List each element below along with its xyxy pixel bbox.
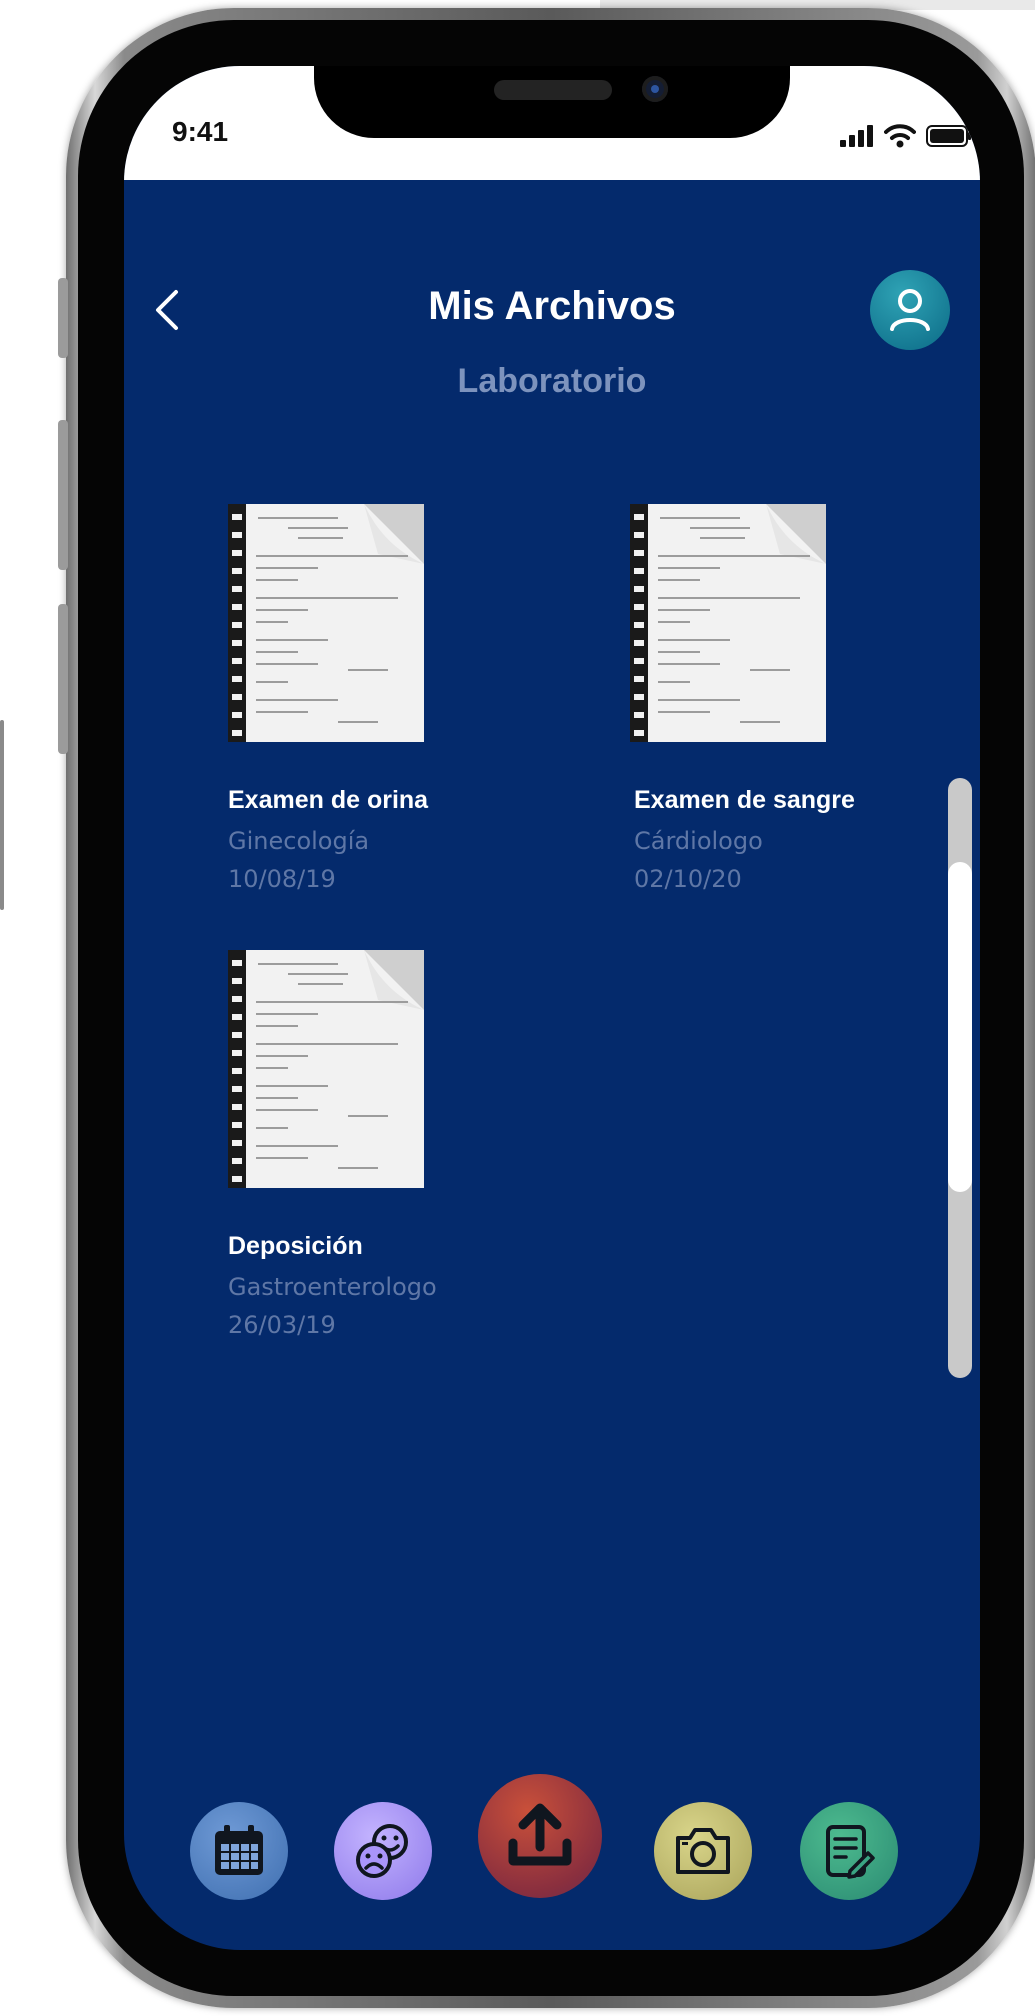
camera-button[interactable] [654, 1802, 752, 1900]
page-title: Mis Archivos [428, 284, 676, 328]
notch [314, 66, 790, 138]
notes-button[interactable] [800, 1802, 898, 1900]
wifi-icon [884, 124, 916, 148]
document-thumbnail[interactable] [630, 504, 826, 742]
document-scan-icon [228, 950, 424, 1188]
document-thumbnail[interactable] [228, 950, 424, 1188]
volume-up-button [58, 420, 68, 570]
file-card[interactable]: Examen de orina Ginecología 10/08/19 [228, 504, 528, 893]
profile-button[interactable] [870, 270, 950, 350]
file-title: Examen de orina [228, 786, 429, 814]
file-card[interactable]: Examen de sangre Cárdiologo 02/10/20 [630, 504, 930, 893]
file-date: 02/10/20 [634, 865, 742, 893]
scrollbar-thumb[interactable] [948, 862, 972, 1192]
file-date: 26/03/19 [228, 1311, 336, 1339]
speaker [494, 80, 612, 100]
file-date: 10/08/19 [228, 865, 336, 893]
note-edit-icon [826, 1825, 875, 1879]
app-screen: 9:41 Mis Archivos Laboratorio Examen de … [124, 66, 980, 1950]
mood-faces-icon [356, 1824, 408, 1878]
battery-icon [926, 125, 971, 147]
file-title: Deposición [228, 1232, 363, 1260]
file-card[interactable]: Deposición Gastroenterologo 26/03/19 [228, 950, 528, 1339]
document-scan-icon [630, 504, 826, 742]
file-title: Examen de sangre [634, 786, 855, 814]
mood-button[interactable] [334, 1802, 432, 1900]
calendar-button[interactable] [190, 1802, 288, 1900]
status-icons [840, 124, 972, 148]
front-camera [642, 76, 668, 102]
user-icon [890, 289, 930, 331]
signal-icon [840, 125, 873, 147]
upload-button[interactable] [478, 1774, 602, 1898]
background-handle [0, 720, 4, 910]
document-thumbnail[interactable] [228, 504, 424, 742]
document-scan-icon [228, 504, 424, 742]
upload-icon [508, 1803, 572, 1866]
camera-icon [676, 1828, 730, 1874]
page-subtitle: Laboratorio [457, 362, 647, 400]
status-bar: 9:41 [124, 66, 980, 180]
file-category: Ginecología [228, 827, 370, 855]
calendar-icon [215, 1825, 263, 1875]
file-category: Gastroenterologo [228, 1273, 437, 1301]
status-time: 9:41 [172, 116, 229, 147]
mute-switch [58, 278, 68, 358]
volume-down-button [58, 604, 68, 754]
file-category: Cárdiologo [634, 827, 763, 855]
